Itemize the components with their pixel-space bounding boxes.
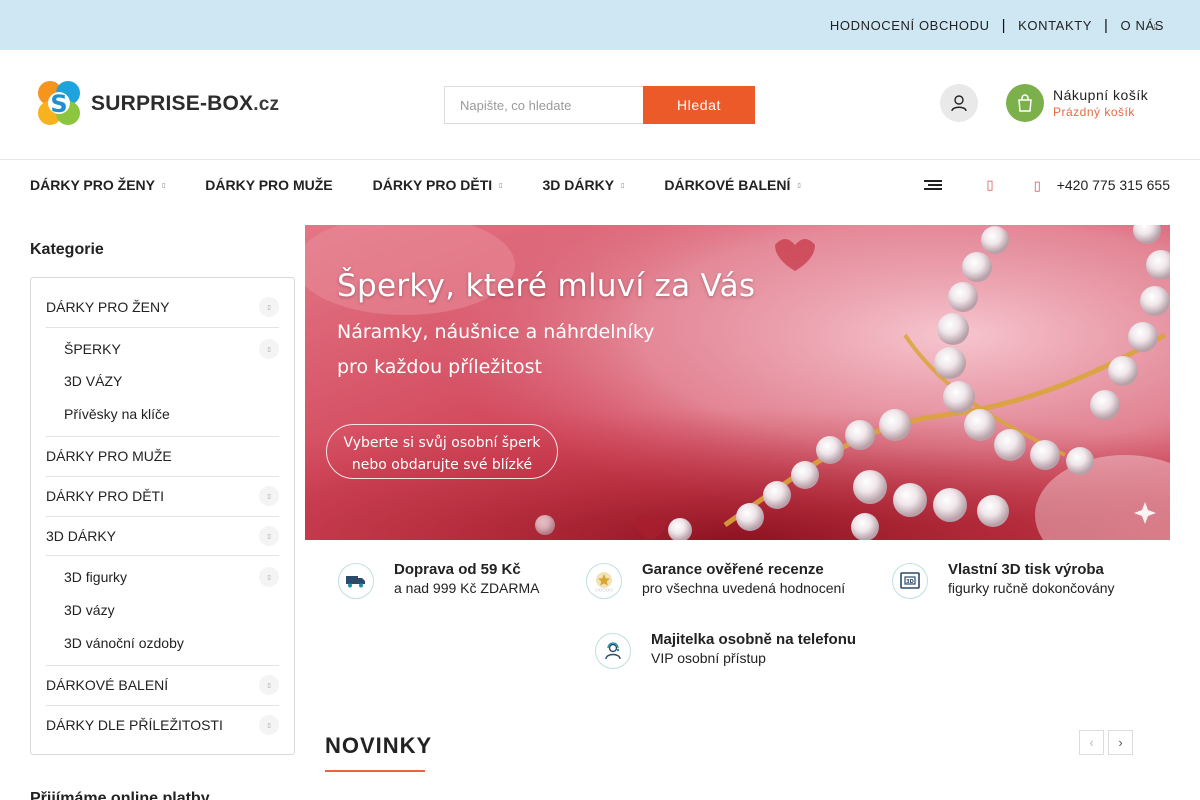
nav-right: ▯ ▯ +420 775 315 655 (924, 161, 1170, 209)
benefit-text: figurky ručně dokončovány (948, 580, 1115, 596)
nav-item-3d-gifts[interactable]: 3D DÁRKY ▯ (542, 177, 624, 193)
chevron-down-icon: ▯ (621, 182, 625, 189)
search-button[interactable]: Hledat (643, 86, 755, 124)
benefit-title: Majitelka osobně na telefonu (651, 631, 857, 648)
benefit-shipping: Doprava od 59 Kč a nad 999 Kč ZDARMA (338, 561, 540, 599)
category-gift-wrapping[interactable]: DÁRKOVÉ BALENÍ ▯ (46, 675, 279, 695)
chevron-down-icon: ▯ (499, 182, 503, 189)
nav-items: DÁRKY PRO ŽENY ▯ DÁRKY PRO MUŽE DÁRKY PRO… (30, 161, 841, 209)
category-list: DÁRKY PRO ŽENY ▯ ŠPERKY ▯ 3D VÁZY Přívěsky… (30, 277, 295, 755)
main-nav: DÁRKY PRO ŽENY ▯ DÁRKY PRO MUŽE DÁRKY PRO… (0, 161, 1200, 209)
category-3d-figures[interactable]: 3D figurky ▯ (64, 567, 279, 587)
clover-logo-icon: S (38, 81, 80, 125)
banner-cta-button[interactable]: Vyberte si svůj osobní šperk nebo obdaru… (326, 424, 558, 479)
svg-text:S: S (50, 90, 67, 118)
phone-contact[interactable]: ▯ +420 775 315 655 (1034, 177, 1170, 194)
new-products-title: NOVINKY (325, 733, 433, 758)
chevron-icon[interactable]: ▯ (259, 486, 279, 506)
top-bar: HODNOCENÍ OBCHODU | KONTAKTY | O NÁS ▯ (0, 0, 1200, 50)
category-gifts-for-women[interactable]: DÁRKY PRO ŽENY ▯ (46, 297, 279, 317)
chevron-down-icon: ▯ (161, 182, 166, 189)
category-3d-vases[interactable]: 3D VÁZY (64, 373, 279, 389)
separator: | (1104, 16, 1109, 34)
benefit-3d-printing: 3D Vlastní 3D tisk výroba figurky ručně … (892, 561, 1115, 599)
star-badge-icon: ○○○○○ (586, 563, 622, 599)
category-jewelry[interactable]: ŠPERKY ▯ (64, 339, 279, 359)
benefit-text: pro všechna uvedená hodnocení (642, 580, 846, 596)
search-input[interactable] (444, 86, 643, 124)
divider (46, 476, 279, 477)
benefit-text: VIP osobní přístup (651, 650, 766, 666)
account-button[interactable] (940, 84, 978, 122)
user-icon (951, 95, 967, 112)
phone-icon: ▯ (1033, 177, 1041, 193)
email-icon[interactable]: ▯ (986, 177, 993, 193)
category-3d-gifts[interactable]: 3D DÁRKY ▯ (46, 526, 279, 546)
dropdown-icon[interactable]: ▯ (1154, 22, 1158, 31)
category-keychains[interactable]: Přívěsky na klíče (64, 406, 279, 422)
nav-item-gifts-for-women[interactable]: DÁRKY PRO ŽENY ▯ (30, 177, 165, 193)
category-gifts-for-kids[interactable]: DÁRKY PRO DĚTI ▯ (46, 486, 279, 506)
benefit-reviews: ○○○○○ Garance ověřené recenze pro všechn… (586, 561, 845, 599)
chevron-icon[interactable]: ▯ (259, 675, 279, 695)
benefit-title: Doprava od 59 Kč (394, 561, 521, 578)
logo-text: SURPRISE-BOX.cz (91, 92, 280, 115)
cart-text: Nákupní košík Prázdný košík (1053, 87, 1148, 119)
nav-item-gift-wrapping[interactable]: DÁRKOVÉ BALENÍ ▯ (664, 177, 800, 193)
chevron-right-icon: › (1118, 735, 1123, 750)
separator: | (1001, 16, 1007, 34)
benefit-title: Vlastní 3D tisk výroba (948, 561, 1104, 578)
truck-icon (338, 563, 374, 599)
top-links: HODNOCENÍ OBCHODU | KONTAKTY | O NÁS (830, 0, 1164, 50)
chevron-icon[interactable]: ▯ (259, 567, 279, 587)
hero-banner[interactable]: Šperky, které mluví za Vás Náramky, náuš… (305, 225, 1170, 540)
benefit-text: a nad 999 Kč ZDARMA (394, 580, 540, 596)
3d-printer-icon: 3D (892, 563, 928, 599)
support-person-icon (595, 633, 631, 669)
site-logo[interactable]: S SURPRISE-BOX.cz (31, 76, 279, 132)
divider (46, 665, 279, 666)
cart-title: Nákupní košík (1053, 87, 1149, 103)
divider (46, 436, 279, 437)
shopping-bag-icon (1006, 84, 1044, 122)
category-3d-christmas-ornaments[interactable]: 3D vánoční ozdoby (64, 635, 279, 651)
divider (46, 327, 279, 328)
banner-headline: Šperky, které mluví za Vás (337, 268, 756, 304)
category-gifts-by-occasion[interactable]: DÁRKY DLE PŘÍLEŽITOSTI ▯ (46, 715, 279, 735)
search-form: Hledat (444, 86, 755, 124)
site-header: S SURPRISE-BOX.cz Hledat Nákupní košík P… (0, 50, 1200, 160)
chevron-icon[interactable]: ▯ (259, 297, 279, 317)
chevron-down-icon: ▯ (797, 182, 801, 189)
svg-text:○○○○○: ○○○○○ (595, 587, 613, 592)
carousel-prev-button[interactable]: ‹ (1079, 730, 1104, 755)
divider (46, 555, 279, 556)
banner-cta-line-2: nebo obdarujte své blízké (351, 457, 533, 473)
cart-button[interactable]: Nákupní košík Prázdný košík (1006, 84, 1148, 122)
nav-item-gifts-for-kids[interactable]: DÁRKY PRO DĚTI ▯ (373, 177, 503, 193)
carousel-next-button[interactable]: › (1108, 730, 1133, 755)
divider (46, 705, 279, 706)
svg-text:3D: 3D (906, 579, 914, 585)
category-gifts-for-men[interactable]: DÁRKY PRO MUŽE (46, 448, 279, 464)
banner-cta-line-1: Vyberte si svůj osobní šperk (343, 435, 541, 451)
menu-icon[interactable] (924, 178, 943, 192)
chevron-icon[interactable]: ▯ (259, 526, 279, 546)
banner-subline-2: pro každou příležitost (337, 356, 542, 378)
link-contacts[interactable]: KONTAKTY (1018, 18, 1092, 33)
online-payments-title: Přijímáme online platby (30, 790, 210, 800)
chevron-icon[interactable]: ▯ (259, 339, 279, 359)
benefit-phone-support: Majitelka osobně na telefonu VIP osobní … (595, 631, 856, 669)
nav-item-gifts-for-men[interactable]: DÁRKY PRO MUŽE (205, 177, 332, 193)
banner-subline-1: Náramky, náušnice a náhrdelníky (337, 321, 655, 343)
benefit-title: Garance ověřené recenze (642, 561, 824, 578)
title-underline (325, 770, 425, 772)
categories-title: Kategorie (30, 241, 104, 258)
chevron-left-icon: ‹ (1089, 735, 1094, 750)
category-3d-vases-sub[interactable]: 3D vázy (64, 602, 279, 618)
cart-status: Prázdný košík (1053, 105, 1135, 119)
link-store-reviews[interactable]: HODNOCENÍ OBCHODU (830, 18, 990, 33)
divider (46, 516, 279, 517)
chevron-icon[interactable]: ▯ (259, 715, 279, 735)
